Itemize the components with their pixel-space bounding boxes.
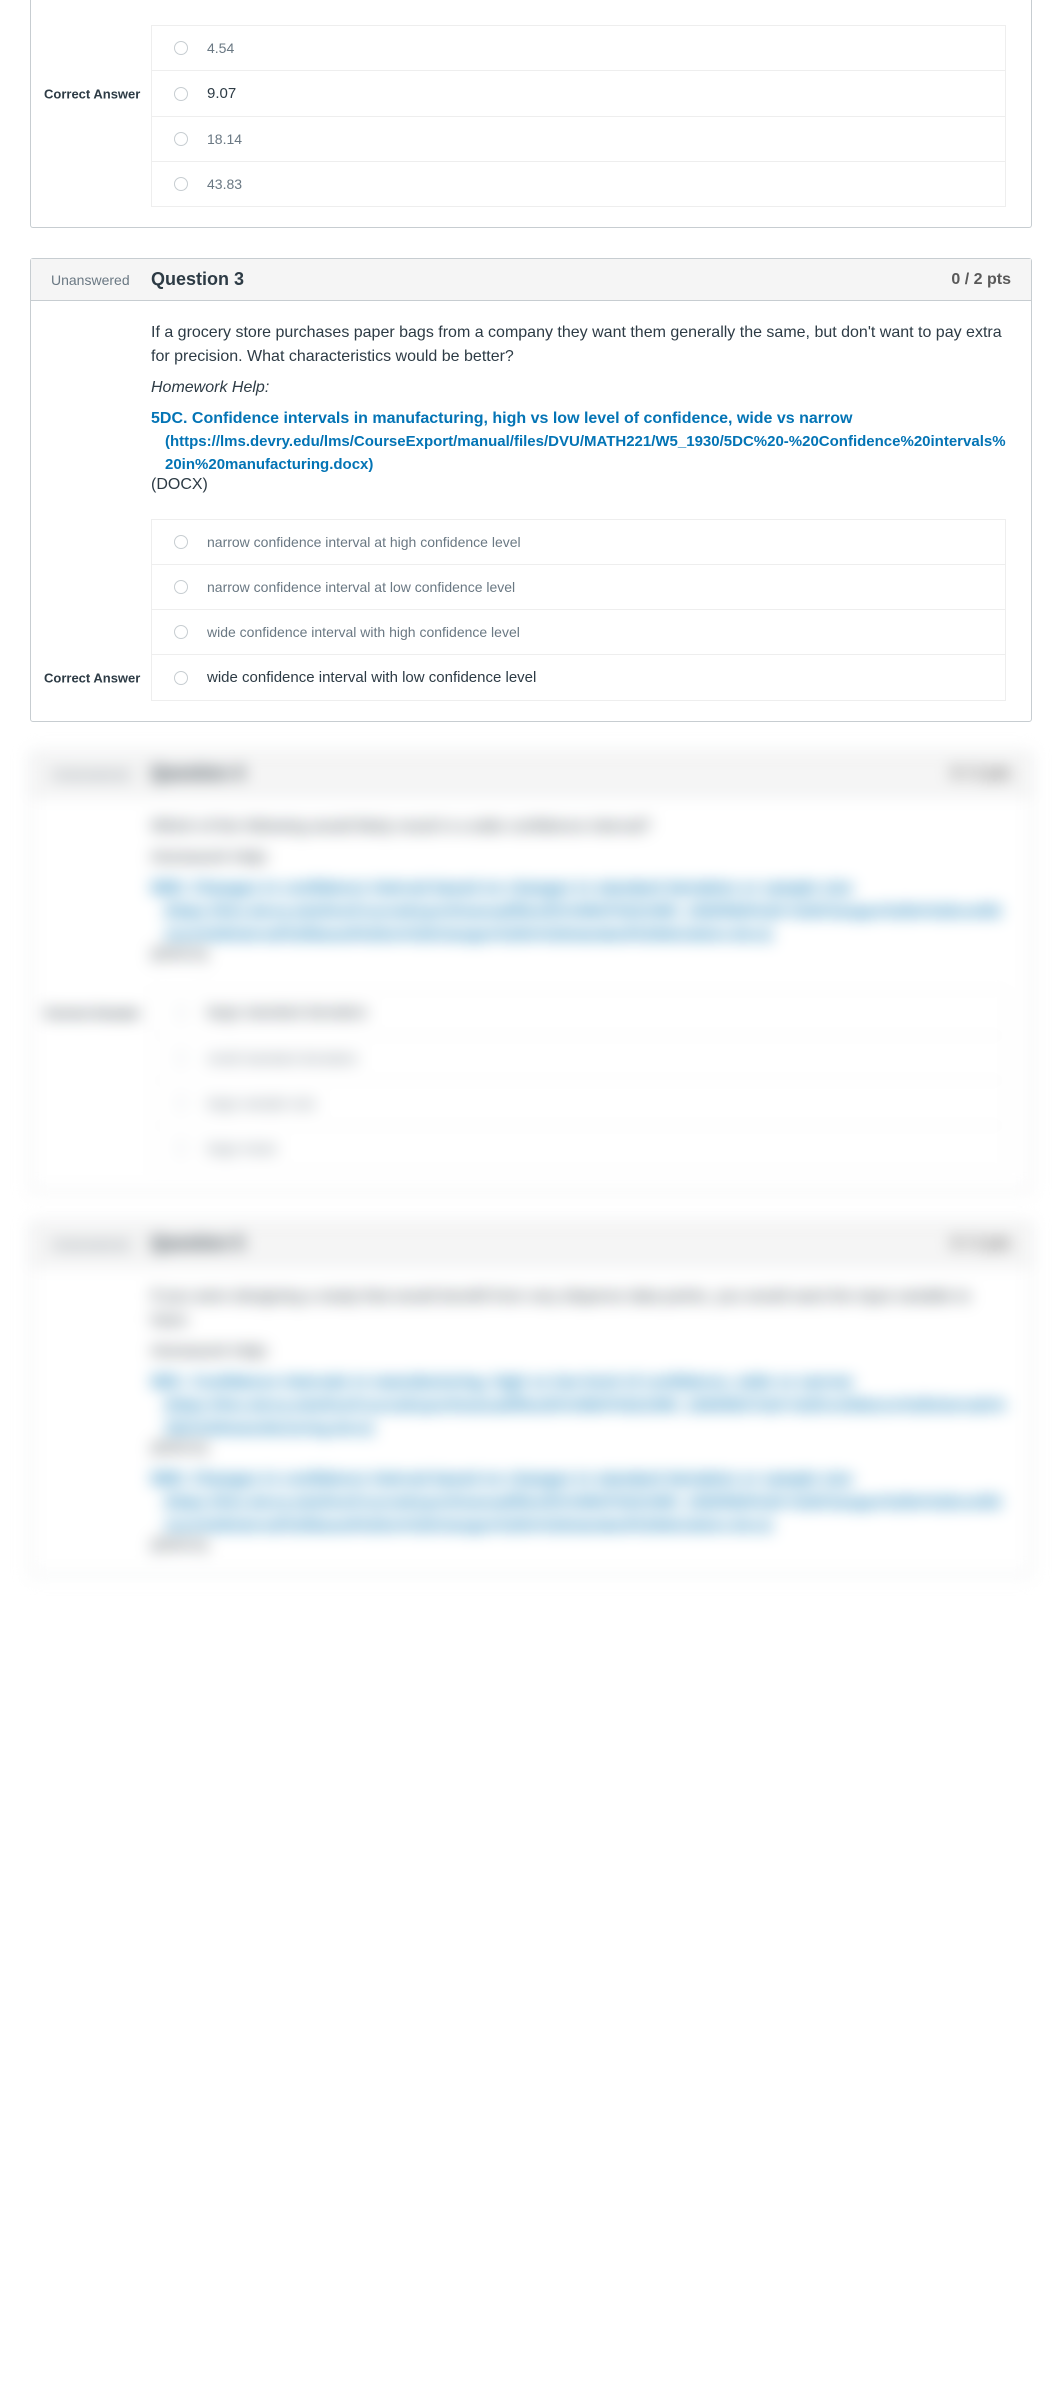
answer-option: 18.14 [152, 116, 1005, 161]
resource-link[interactable]: 5DC. Confidence intervals in manufacturi… [151, 410, 852, 427]
question-title: Question 4 [151, 763, 931, 784]
answer-list: large standard deviationCorrect Answer sm… [151, 989, 1006, 1171]
question-prompt: If you were designing a study that would… [151, 1285, 1006, 1333]
answer-option: 4.54 [152, 25, 1005, 70]
radio-icon [174, 41, 188, 55]
resource-link-url: (https://lms.devry.edu/lms/CourseExport/… [151, 901, 1006, 946]
question-status: Unanswered [51, 766, 151, 782]
radio-icon [174, 132, 188, 146]
answer-option: wide confidence interval with low confid… [152, 654, 1005, 700]
resource-suffix: (DOCX) [151, 1537, 208, 1554]
answer-text: 9.07 [207, 85, 236, 102]
question-points: 0 / 2 pts [931, 765, 1011, 783]
resource-suffix: (DOCX) [151, 476, 208, 493]
question-points: 0 / 2 pts [931, 271, 1011, 289]
question-gutter [31, 1265, 151, 1575]
answer-option: 43.83 [152, 161, 1005, 206]
answer-text: 18.14 [207, 131, 242, 147]
question-header: Unanswered Question 5 0 / 2 pts [31, 1223, 1031, 1265]
answer-option: large sample size [152, 1080, 1005, 1125]
question-points: 0 / 2 pts [931, 1235, 1011, 1253]
question-status: Unanswered [51, 1236, 151, 1252]
resource-link-url[interactable]: (https://lms.devry.edu/lms/CourseExport/… [151, 431, 1006, 476]
homework-help-label: Homework Help: [151, 849, 1006, 867]
answer-text: wide confidence interval with low confid… [207, 669, 536, 686]
resource-link-url: (https://lms.devry.edu/lms/CourseExport/… [151, 1492, 1006, 1537]
resource-link-block: 5DD. Changes in confidence interval base… [151, 877, 1006, 964]
question-title: Question 5 [151, 1233, 931, 1254]
question-prompt: Which of the following would likely resu… [151, 815, 1006, 839]
answer-text: wide confidence interval with high confi… [207, 624, 520, 640]
resource-link-block: 5DD. Changes in confidence interval base… [151, 1468, 1006, 1555]
answer-option: small standard deviation [152, 1035, 1005, 1080]
answer-text: narrow confidence interval at low confid… [207, 579, 515, 595]
radio-icon [174, 671, 188, 685]
resource-link: 5DD. Changes in confidence interval base… [151, 880, 853, 897]
answer-text: narrow confidence interval at high confi… [207, 534, 521, 550]
answer-list: 4.54 9.07Correct Answer 18.14 43.83 [151, 25, 1006, 207]
correct-answer-label: Correct Answer [44, 86, 144, 101]
answer-list: narrow confidence interval at high confi… [151, 519, 1006, 701]
resource-link: 5DD. Changes in confidence interval base… [151, 1471, 853, 1488]
answer-option: large mean [152, 1125, 1005, 1170]
homework-help-label: Homework Help: [151, 1343, 1006, 1361]
resource-link: 5DC. Confidence intervals in manufacturi… [151, 1374, 852, 1391]
question-header: Unanswered Question 4 0 / 2 pts [31, 753, 1031, 795]
question-5-blurred: Unanswered Question 5 0 / 2 pts If you w… [30, 1222, 1032, 1576]
answer-option: narrow confidence interval at high confi… [152, 519, 1005, 564]
resource-link-url: (https://lms.devry.edu/lms/CourseExport/… [151, 1395, 1006, 1440]
answer-option: 9.07Correct Answer [152, 70, 1005, 116]
answer-text: large mean [207, 1140, 277, 1156]
radio-icon [174, 87, 188, 101]
radio-icon [174, 535, 188, 549]
question-prompt: If a grocery store purchases paper bags … [151, 321, 1006, 369]
answer-option: narrow confidence interval at low confid… [152, 564, 1005, 609]
question-3: Unanswered Question 3 0 / 2 pts If a gro… [30, 258, 1032, 722]
answer-text: small standard deviation [207, 1050, 358, 1066]
correct-answer-label: Correct Answer [44, 670, 144, 685]
question-gutter [31, 0, 151, 227]
resource-suffix: (DOCX) [151, 1440, 208, 1457]
resource-link-block: 5DC. Confidence intervals in manufacturi… [151, 407, 1006, 494]
answer-text: large sample size [207, 1095, 316, 1111]
answer-text: 43.83 [207, 176, 242, 192]
correct-answer-label: Correct Answer [44, 1005, 144, 1020]
answer-text: 4.54 [207, 40, 234, 56]
radio-icon [174, 1006, 188, 1020]
answer-option: large standard deviationCorrect Answer [152, 989, 1005, 1035]
question-header: Unanswered Question 3 0 / 2 pts [31, 259, 1031, 301]
radio-icon [174, 580, 188, 594]
resource-link-block: 5DC. Confidence intervals in manufacturi… [151, 1371, 1006, 1458]
resource-suffix: (DOCX) [151, 946, 208, 963]
answer-text: large standard deviation [207, 1004, 367, 1021]
radio-icon [174, 177, 188, 191]
radio-icon [174, 625, 188, 639]
question-4-blurred: Unanswered Question 4 0 / 2 pts Which of… [30, 752, 1032, 1192]
question-gutter [31, 795, 151, 1191]
radio-icon [174, 1051, 188, 1065]
radio-icon [174, 1096, 188, 1110]
radio-icon [174, 1141, 188, 1155]
question-2-partial: 4.549.07Correct Answer18.1443.83 [30, 0, 1032, 228]
question-gutter [31, 301, 151, 721]
question-status: Unanswered [51, 272, 151, 288]
answer-option: wide confidence interval with high confi… [152, 609, 1005, 654]
homework-help-label: Homework Help: [151, 379, 1006, 397]
question-title: Question 3 [151, 269, 931, 290]
